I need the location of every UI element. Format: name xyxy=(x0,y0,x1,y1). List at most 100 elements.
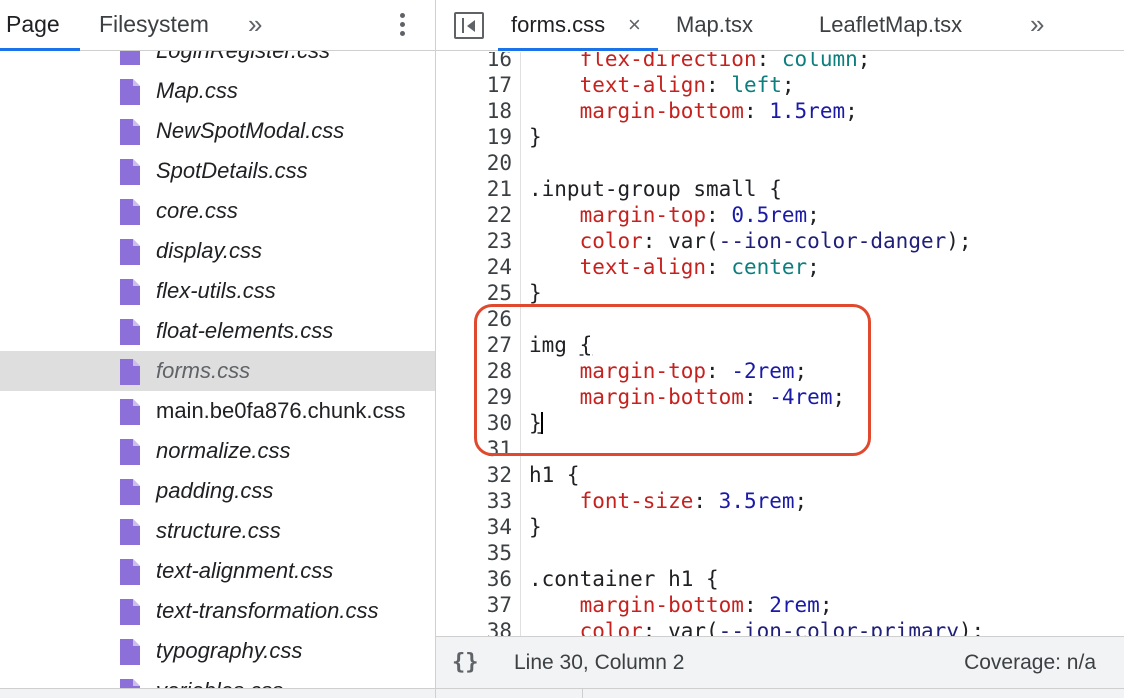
code-line[interactable]: 28 margin-top: -2rem; xyxy=(436,358,1124,384)
file-tree-item[interactable]: core.css xyxy=(0,191,435,231)
code-line[interactable]: 17 text-align: left; xyxy=(436,72,1124,98)
line-number[interactable]: 26 xyxy=(466,306,512,332)
line-number[interactable]: 23 xyxy=(466,228,512,254)
css-file-icon xyxy=(118,478,142,506)
toggle-navigator-icon[interactable] xyxy=(454,12,484,39)
line-number[interactable]: 34 xyxy=(466,514,512,540)
code-token: left xyxy=(731,73,782,97)
tab-filesystem[interactable]: Filesystem xyxy=(99,0,209,51)
code-token: --ion-color-danger xyxy=(718,229,947,253)
line-number[interactable]: 19 xyxy=(466,124,512,150)
code-token: } xyxy=(529,281,542,305)
line-number[interactable]: 18 xyxy=(466,98,512,124)
file-tree-item[interactable]: Map.css xyxy=(0,71,435,111)
line-number[interactable]: 27 xyxy=(466,332,512,358)
code-line[interactable]: 36 .container h1 { xyxy=(436,566,1124,592)
code-token: margin-bottom xyxy=(579,385,744,409)
code-token: { xyxy=(579,333,593,357)
file-tree-item[interactable]: LoginRegister.css xyxy=(0,51,435,71)
css-file-icon xyxy=(118,118,142,146)
more-tabs-icon[interactable]: » xyxy=(248,0,263,51)
line-number[interactable]: 30 xyxy=(466,410,512,436)
code-line[interactable]: 23 color: var(--ion-color-danger); xyxy=(436,228,1124,254)
coverage-status[interactable]: Coverage: n/a xyxy=(964,647,1096,679)
line-number[interactable]: 21 xyxy=(466,176,512,202)
file-tree-item[interactable]: structure.css xyxy=(0,511,435,551)
code-line[interactable]: 20 xyxy=(436,150,1124,176)
line-number[interactable]: 24 xyxy=(466,254,512,280)
line-number[interactable]: 17 xyxy=(466,72,512,98)
code-token: var( xyxy=(668,619,719,636)
line-number[interactable]: 16 xyxy=(466,52,512,72)
code-line[interactable]: 22 margin-top: 0.5rem; xyxy=(436,202,1124,228)
file-tree-item[interactable]: padding.css xyxy=(0,471,435,511)
line-number[interactable]: 22 xyxy=(466,202,512,228)
code-text: margin-bottom: -4rem; xyxy=(529,384,846,410)
code-line[interactable]: 29 margin-bottom: -4rem; xyxy=(436,384,1124,410)
more-tabs-icon[interactable]: » xyxy=(1030,0,1045,51)
file-tree-item[interactable]: variables.css xyxy=(0,671,435,688)
code-line[interactable]: 33 font-size: 3.5rem; xyxy=(436,488,1124,514)
line-number[interactable]: 28 xyxy=(466,358,512,384)
code-line[interactable]: 19} xyxy=(436,124,1124,150)
file-name: display.css xyxy=(156,238,262,263)
file-tree-item[interactable]: main.be0fa876.chunk.css xyxy=(0,391,435,431)
code-text: .container h1 { xyxy=(529,566,719,592)
code-token: h1 { xyxy=(529,463,580,487)
code-line[interactable]: 38 color: var(--ion-color-primary); xyxy=(436,618,1124,636)
tab-page[interactable]: Page xyxy=(6,0,60,51)
tab-leafletmap-tsx[interactable]: LeafletMap.tsx xyxy=(819,0,962,51)
code-line[interactable]: 27 img { xyxy=(436,332,1124,358)
file-tree-item[interactable]: text-alignment.css xyxy=(0,551,435,591)
code-line[interactable]: 16 flex-direction: column; xyxy=(436,52,1124,72)
line-number[interactable]: 33 xyxy=(466,488,512,514)
code-line[interactable]: 32 h1 { xyxy=(436,462,1124,488)
code-line[interactable]: 34} xyxy=(436,514,1124,540)
code-line[interactable]: 25} xyxy=(436,280,1124,306)
code-editor[interactable]: 16 flex-direction: column; 17 text-align:… xyxy=(436,52,1124,636)
code-text: img { xyxy=(529,332,592,358)
pretty-print-button[interactable]: {} xyxy=(452,647,479,679)
file-tree: LoginRegister.css Map.css NewSpotModal.css… xyxy=(0,51,435,688)
file-tree-item[interactable]: typography.css xyxy=(0,631,435,671)
file-tree-item[interactable]: SpotDetails.css xyxy=(0,151,435,191)
file-name: structure.css xyxy=(156,518,281,543)
line-number[interactable]: 31 xyxy=(466,436,512,462)
code-line[interactable]: 18 margin-bottom: 1.5rem; xyxy=(436,98,1124,124)
file-tree-item[interactable]: NewSpotModal.css xyxy=(0,111,435,151)
close-tab-icon[interactable]: × xyxy=(628,0,641,51)
line-number[interactable]: 29 xyxy=(466,384,512,410)
file-name: Map.css xyxy=(156,78,238,103)
line-number[interactable]: 36 xyxy=(466,566,512,592)
line-number[interactable]: 37 xyxy=(466,592,512,618)
code-line[interactable]: 26 xyxy=(436,306,1124,332)
code-token: ; xyxy=(807,203,820,227)
more-options-icon[interactable] xyxy=(395,13,409,39)
code-token: margin-bottom xyxy=(579,593,744,617)
line-number[interactable]: 20 xyxy=(466,150,512,176)
file-tree-item[interactable]: forms.css xyxy=(0,351,435,391)
code-token: ; xyxy=(832,385,846,409)
file-tree-item[interactable]: text-transformation.css xyxy=(0,591,435,631)
code-text: text-align: center; xyxy=(529,254,820,280)
code-line[interactable]: 24 text-align: center; xyxy=(436,254,1124,280)
code-line[interactable]: 31 xyxy=(436,436,1124,462)
code-line[interactable]: 35 xyxy=(436,540,1124,566)
line-number[interactable]: 35 xyxy=(466,540,512,566)
file-tree-item[interactable]: float-elements.css xyxy=(0,311,435,351)
code-line[interactable]: 30} xyxy=(436,410,1124,436)
line-number[interactable]: 25 xyxy=(466,280,512,306)
tab-map-tsx[interactable]: Map.tsx xyxy=(676,0,753,51)
line-number[interactable]: 38 xyxy=(466,618,512,636)
file-tree-item[interactable]: flex-utils.css xyxy=(0,271,435,311)
file-tree-item[interactable]: display.css xyxy=(0,231,435,271)
file-tree-item[interactable]: normalize.css xyxy=(0,431,435,471)
line-number[interactable]: 32 xyxy=(466,462,512,488)
code-line[interactable]: 21 .input-group small { xyxy=(436,176,1124,202)
editor-status-bar: {} Line 30, Column 2 Coverage: n/a xyxy=(436,636,1124,688)
tab-forms-css[interactable]: forms.css xyxy=(511,0,605,51)
code-line[interactable]: 37 margin-bottom: 2rem; xyxy=(436,592,1124,618)
code-token: ; xyxy=(819,593,833,617)
